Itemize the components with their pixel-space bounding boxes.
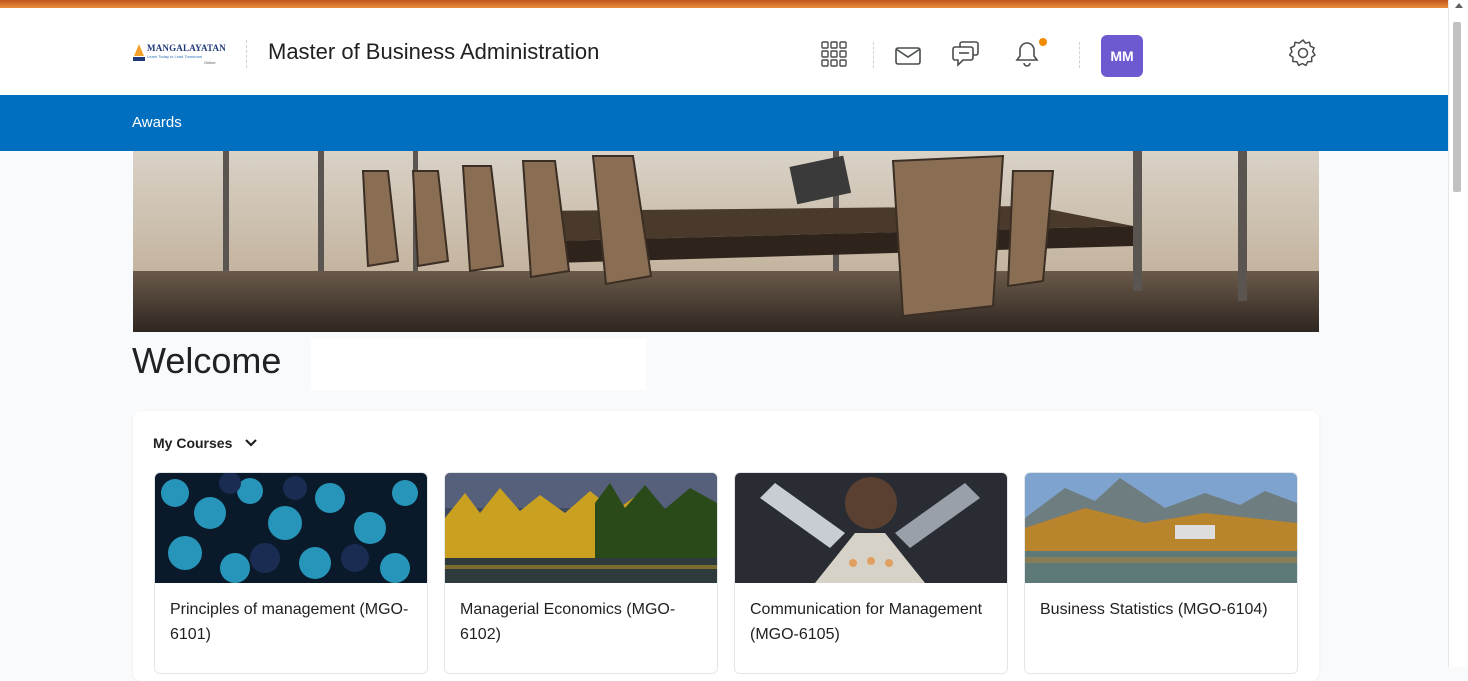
chevron-down-icon <box>245 439 258 447</box>
settings-gear-icon <box>1288 39 1316 67</box>
mail-button[interactable] <box>892 40 924 72</box>
navigation-bar: Awards <box>0 95 1448 151</box>
course-image-mechanical-gears <box>735 473 1007 583</box>
settings-button[interactable] <box>1287 37 1319 69</box>
logo-text: MANGALAYATAN <box>147 43 226 53</box>
page-scrollbar[interactable] <box>1448 0 1468 667</box>
course-image-forest-lake <box>445 473 717 583</box>
my-courses-dropdown[interactable]: My Courses <box>153 435 258 451</box>
scroll-thumb[interactable] <box>1453 22 1461 192</box>
course-image-blue-spheres <box>155 473 427 583</box>
logo-online: Online <box>204 60 216 65</box>
apps-grid-button[interactable] <box>818 38 850 70</box>
header-divider <box>873 42 874 68</box>
course-title[interactable]: Communication for Management (MGO-6105) <box>750 597 998 647</box>
logo-tagline: Learn Today to Lead Tomorrow <box>147 54 202 59</box>
user-avatar[interactable]: MM <box>1101 35 1143 77</box>
site-title[interactable]: Master of Business Administration <box>268 39 599 65</box>
course-card[interactable]: Managerial Economics (MGO-6102) <box>444 472 718 674</box>
course-title[interactable]: Principles of management (MGO-6101) <box>170 597 418 647</box>
bell-icon <box>1015 42 1039 67</box>
logo-emblem-icon <box>133 44 145 61</box>
homepage-banner-image <box>133 151 1319 332</box>
institution-logo[interactable]: MANGALAYATAN Learn Today to Lead Tomorro… <box>132 42 226 68</box>
user-name-placeholder <box>311 339 646 390</box>
mail-icon <box>895 47 921 65</box>
boardroom-banner-illustration <box>133 151 1319 332</box>
scroll-up-arrow-icon[interactable] <box>1453 0 1465 10</box>
course-title[interactable]: Managerial Economics (MGO-6102) <box>460 597 708 647</box>
apps-grid-icon <box>821 41 847 67</box>
chat-button[interactable] <box>950 38 982 70</box>
notifications-button[interactable] <box>1011 38 1047 70</box>
my-courses-label: My Courses <box>153 435 233 451</box>
nav-item-awards[interactable]: Awards <box>132 114 182 131</box>
course-image-mountain-lake <box>1025 473 1297 583</box>
course-card[interactable]: Communication for Management (MGO-6105) <box>734 472 1008 674</box>
welcome-heading: Welcome <box>132 340 282 381</box>
course-card[interactable]: Principles of management (MGO-6101) <box>154 472 428 674</box>
header-divider <box>246 40 247 68</box>
course-card[interactable]: Business Statistics (MGO-6104) <box>1024 472 1298 674</box>
header-divider <box>1079 42 1080 68</box>
chat-icon <box>952 41 979 67</box>
course-title[interactable]: Business Statistics (MGO-6104) <box>1040 597 1288 622</box>
top-accent-bar <box>0 0 1448 8</box>
notification-badge <box>1039 38 1047 46</box>
